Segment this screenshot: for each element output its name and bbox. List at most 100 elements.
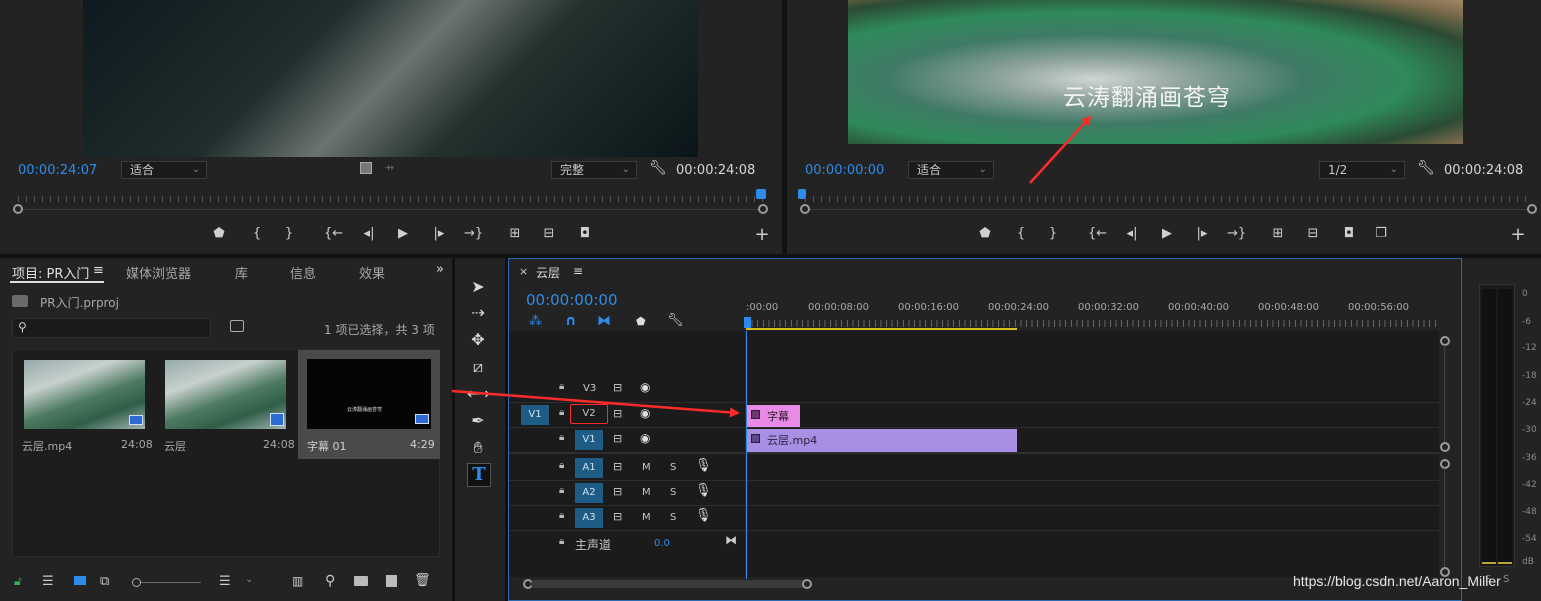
play-icon[interactable]: ▶: [1158, 225, 1176, 243]
sync-lock-icon[interactable]: ⊟: [613, 485, 622, 498]
chevron-down-icon[interactable]: ⌄: [245, 574, 253, 585]
trash-icon[interactable]: 🗑︎: [414, 573, 431, 588]
export-frame-icon[interactable]: [360, 162, 372, 174]
go-to-in-icon[interactable]: {←: [324, 225, 343, 243]
snap-magnet-icon[interactable]: ∩: [565, 313, 576, 329]
time-ruler[interactable]: :00:00 00:00:08:00 00:00:16:00 00:00:24:…: [744, 297, 1446, 331]
icon-view-icon[interactable]: [74, 576, 86, 585]
source-add-button-icon[interactable]: +: [753, 226, 771, 244]
razor-tool-icon[interactable]: ⧄: [467, 356, 489, 378]
tab-menu-icon[interactable]: ≡: [93, 263, 104, 278]
program-quality-dropdown[interactable]: 1/2 ⌄: [1319, 161, 1405, 179]
timeline-timecode[interactable]: 00:00:00:00: [526, 291, 618, 309]
source-timecode-current[interactable]: 00:00:24:07: [18, 163, 97, 178]
timeline-settings-wrench-icon[interactable]: 🔧︎: [667, 313, 684, 328]
project-item[interactable]: 云层 24:08: [156, 351, 296, 458]
go-to-end-icon[interactable]: ⧓: [725, 533, 737, 547]
audio-scroll-track[interactable]: [1444, 468, 1445, 567]
sync-lock-icon[interactable]: ⊟: [613, 407, 622, 420]
source-time-ruler[interactable]: [18, 190, 764, 210]
tab-info[interactable]: 信息: [290, 263, 316, 282]
automate-to-sequence-icon[interactable]: ▥: [292, 574, 303, 588]
track-target-a1-button[interactable]: A1: [575, 458, 603, 478]
mark-in-icon[interactable]: {: [1012, 225, 1030, 243]
mark-out-icon[interactable]: }: [280, 225, 298, 243]
source-zoom-handle-left[interactable]: [13, 204, 23, 214]
zoom-slider-track[interactable]: [141, 582, 201, 583]
microphone-icon[interactable]: 🎙︎: [695, 483, 712, 498]
comparison-view-icon[interactable]: ❐: [1372, 225, 1390, 243]
playhead-head[interactable]: [744, 317, 751, 328]
zoom-slider-handle[interactable]: [132, 578, 141, 587]
wrench-icon[interactable]: 🔧︎: [1417, 160, 1435, 176]
program-add-button-icon[interactable]: +: [1509, 226, 1527, 244]
play-icon[interactable]: ▶: [394, 225, 412, 243]
sequence-tab-name[interactable]: 云层: [536, 264, 560, 281]
track-target-a2-button[interactable]: A2: [575, 483, 603, 503]
timeline-clip-title[interactable]: 字幕: [746, 405, 800, 427]
program-zoom-handle-right[interactable]: [1527, 204, 1537, 214]
list-view-icon[interactable]: ☰: [42, 574, 54, 589]
program-zoom-dropdown[interactable]: 适合 ⌄: [908, 161, 994, 179]
freeform-view-icon[interactable]: ⧉: [100, 574, 109, 589]
pen-tool-icon[interactable]: ✒: [467, 410, 489, 432]
wrench-icon[interactable]: 🔧︎: [649, 160, 667, 176]
add-marker-icon[interactable]: ⬟: [636, 315, 646, 328]
more-tabs-icon[interactable]: »: [436, 262, 444, 277]
lift-icon[interactable]: ⊞: [1269, 225, 1287, 243]
audio-scroll-handle-top[interactable]: [1440, 459, 1450, 469]
camera-icon[interactable]: ◘: [1340, 225, 1358, 243]
mute-button[interactable]: M: [642, 512, 651, 523]
tab-media-browser[interactable]: 媒体浏览器: [126, 263, 191, 282]
track-a2[interactable]: 🔒︎ A2 ⊟ M S 🎙︎: [509, 481, 1439, 506]
microphone-icon[interactable]: 🎙︎: [695, 508, 712, 523]
source-playhead-marker[interactable]: [756, 189, 766, 199]
extract-icon[interactable]: ⊟: [1304, 225, 1322, 243]
program-video-frame[interactable]: [848, 0, 1463, 144]
timeline-zoom-handle-right[interactable]: [802, 579, 812, 589]
solo-right-button[interactable]: S: [1503, 574, 1509, 585]
go-to-out-icon[interactable]: →}: [464, 225, 483, 243]
video-scroll-track[interactable]: [1444, 345, 1445, 442]
sequence-tab-menu-icon[interactable]: ≡: [573, 264, 583, 278]
linked-selection-icon[interactable]: ⧓: [597, 313, 611, 329]
track-v2[interactable]: V1 🔒︎ V2 ⊟ ◉: [509, 403, 1439, 428]
overwrite-icon[interactable]: ⊟: [540, 225, 558, 243]
mark-in-icon[interactable]: {: [248, 225, 266, 243]
mark-out-icon[interactable]: }: [1044, 225, 1062, 243]
mute-button[interactable]: M: [642, 462, 651, 473]
track-a3[interactable]: 🔒︎ A3 ⊟ M S 🎙︎: [509, 506, 1439, 531]
lock-icon[interactable]: 🔒︎: [559, 460, 564, 471]
type-tool-icon[interactable]: T: [467, 463, 491, 487]
insert-overlay-icon[interactable]: ⇸: [385, 161, 394, 174]
new-search-bin-icon[interactable]: [230, 320, 244, 332]
nest-toggle-icon[interactable]: ⁂: [529, 314, 542, 329]
playhead-line[interactable]: [746, 331, 747, 579]
new-bin-icon[interactable]: [354, 576, 368, 586]
source-quality-dropdown[interactable]: 完整 ⌄: [551, 161, 637, 179]
camera-icon[interactable]: ◘: [576, 225, 594, 243]
add-marker-icon[interactable]: ⬟: [210, 225, 228, 243]
step-forward-icon[interactable]: |▸: [430, 225, 448, 243]
hand-tool-icon[interactable]: ✋︎: [467, 437, 489, 459]
timeline-zoom-bar[interactable]: [531, 580, 807, 588]
video-scroll-handle-bottom[interactable]: [1440, 442, 1450, 452]
source-zoom-dropdown[interactable]: 适合 ⌄: [121, 161, 207, 179]
tab-library[interactable]: 库: [235, 263, 248, 282]
sync-lock-icon[interactable]: ⊟: [613, 381, 622, 394]
sync-lock-icon[interactable]: ⊟: [613, 460, 622, 473]
project-item[interactable]: 云层.mp4 24:08: [14, 351, 154, 458]
track-label[interactable]: V2: [570, 404, 608, 424]
step-back-icon[interactable]: ◂|: [360, 225, 378, 243]
close-sequence-icon[interactable]: ×: [519, 265, 528, 278]
program-time-ruler[interactable]: [805, 190, 1533, 210]
lock-icon[interactable]: 🔒︎: [559, 510, 564, 521]
go-to-out-icon[interactable]: →}: [1227, 225, 1246, 243]
track-a1[interactable]: 🔒︎ A1 ⊟ M S 🎙︎: [509, 456, 1439, 481]
step-back-icon[interactable]: ◂|: [1123, 225, 1141, 243]
step-forward-icon[interactable]: |▸: [1193, 225, 1211, 243]
video-scroll-handle-top[interactable]: [1440, 336, 1450, 346]
new-item-icon[interactable]: [386, 575, 397, 587]
tab-effects[interactable]: 效果: [359, 263, 385, 282]
add-marker-icon[interactable]: ⬟: [976, 225, 994, 243]
